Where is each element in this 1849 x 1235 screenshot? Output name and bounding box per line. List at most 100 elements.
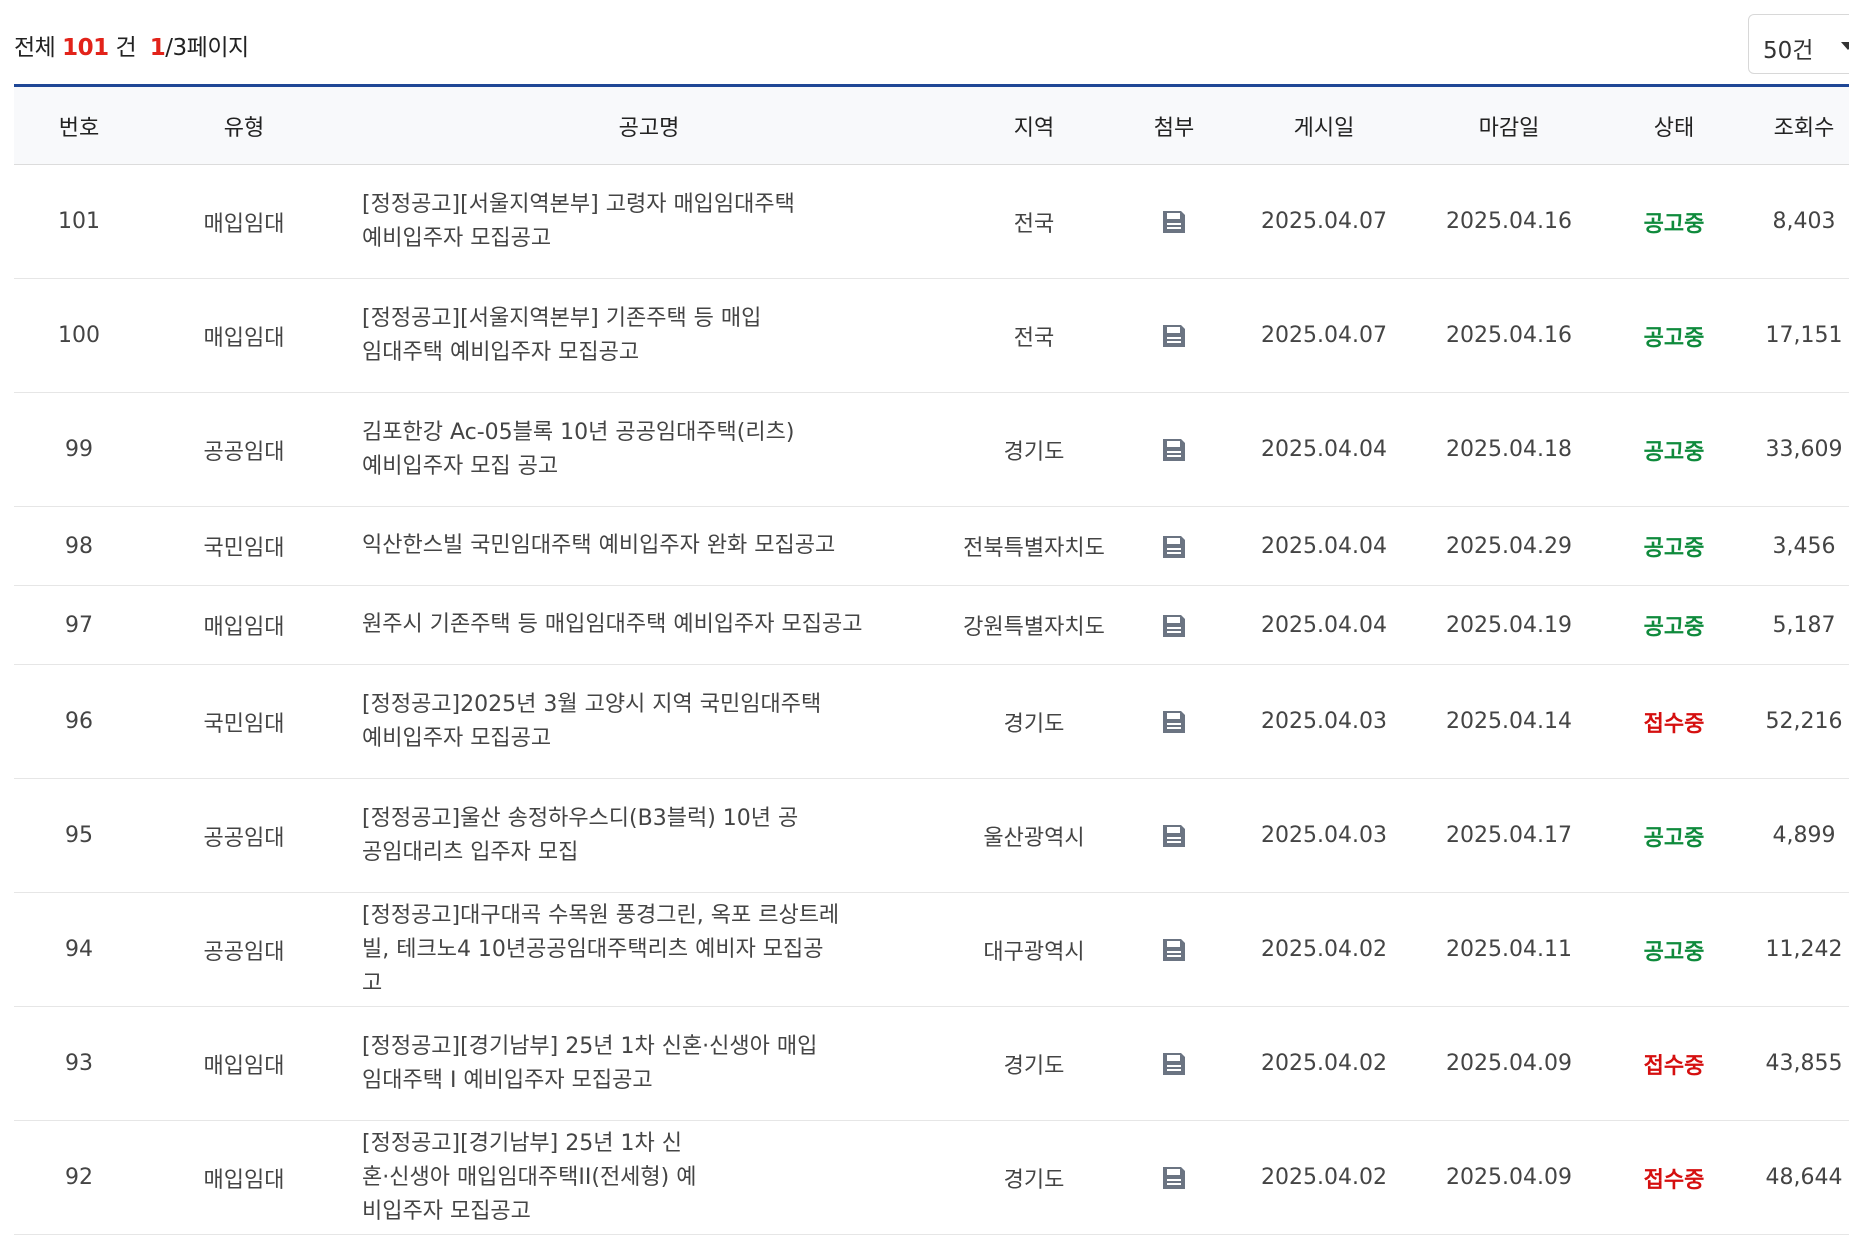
table-row[interactable]: 97 매입임대 원주시 기존주택 등 매입임대주택 예비입주자 모집공고 강원특별자치… [14,585,1849,665]
cell-view-count: 11,242 [1744,892,1849,1007]
cell-number: 93 [14,1006,144,1121]
page-size-select[interactable]: 50건 [1748,14,1849,74]
cell-type: 국민임대 [144,506,344,586]
cell-view-count: 43,855 [1744,1006,1849,1121]
status-badge: 접수중 [1604,664,1744,779]
notice-title-link[interactable]: [정정공고]대구대곡 수목원 풍경그린, 옥포 르상트레빌, 테크노4 10년공… [344,892,954,1007]
cell-deadline-date: 2025.04.09 [1414,1120,1604,1235]
cell-attachment[interactable] [1114,164,1234,279]
cell-deadline-date: 2025.04.11 [1414,892,1604,1007]
cell-type: 매입임대 [144,1120,344,1235]
cell-view-count: 8,403 [1744,164,1849,279]
table-row[interactable]: 98 국민임대 익산한스빌 국민임대주택 예비입주자 완화 모집공고 전북특별자치도 2… [14,506,1849,586]
notice-table: 번호 유형 공고명 지역 첨부 게시일 마감일 상태 조회수 101 매입임대 [정… [14,84,1849,1235]
notice-title-link[interactable]: 원주시 기존주택 등 매입임대주택 예비입주자 모집공고 [344,585,954,665]
cell-posted-date: 2025.04.02 [1234,892,1414,1007]
cell-attachment[interactable] [1114,392,1234,507]
cell-attachment[interactable] [1114,778,1234,893]
summary-unit: 건 [115,35,137,61]
status-badge: 접수중 [1604,1120,1744,1235]
file-save-icon [1163,1053,1185,1075]
cell-posted-date: 2025.04.03 [1234,778,1414,893]
cell-deadline-date: 2025.04.16 [1414,164,1604,279]
column-header: 게시일 [1234,85,1414,165]
notice-title-text: [정정공고]2025년 3월 고양시 지역 국민임대주택 예비입주자 모집공고 [362,691,822,751]
column-header: 유형 [144,85,344,165]
cell-region: 대구광역시 [954,892,1114,1007]
notice-title-text: 김포한강 Ac-05블록 10년 공공임대주택(리츠) 예비입주자 모집 공고 [362,419,795,479]
cell-attachment[interactable] [1114,506,1234,586]
page-total: /3페이지 [165,35,249,61]
table-row[interactable]: 92 매입임대 [정정공고][경기남부] 25년 1차 신혼·신생아 매입임대주택Ⅰ… [14,1120,1849,1235]
cell-attachment[interactable] [1114,585,1234,665]
cell-number: 97 [14,585,144,665]
status-badge: 접수중 [1604,1006,1744,1121]
status-badge: 공고중 [1604,164,1744,279]
file-save-icon [1163,825,1185,847]
cell-deadline-date: 2025.04.17 [1414,778,1604,893]
summary-prefix: 전체 [14,35,56,61]
cell-type: 공공임대 [144,892,344,1007]
cell-region: 강원특별자치도 [954,585,1114,665]
notice-title-link[interactable]: [정정공고][경기남부] 25년 1차 신혼·신생아 매입임대주택 Ⅰ 예비입주… [344,1006,954,1121]
notice-title-link[interactable]: 익산한스빌 국민임대주택 예비입주자 완화 모집공고 [344,506,954,586]
cell-number: 98 [14,506,144,586]
status-badge: 공고중 [1604,585,1744,665]
notice-title-link[interactable]: [정정공고][서울지역본부] 고령자 매입임대주택 예비입주자 모집공고 [344,164,954,279]
cell-view-count: 52,216 [1744,664,1849,779]
cell-type: 공공임대 [144,392,344,507]
notice-board: 전체 101 건 1/3페이지 50건 번호 유형 공고명 지역 첨부 게시일 … [14,0,1849,1235]
table-row[interactable]: 95 공공임대 [정정공고]울산 송정하우스디(B3블럭) 10년 공공임대리츠 입… [14,778,1849,893]
file-save-icon [1163,939,1185,961]
cell-posted-date: 2025.04.02 [1234,1006,1414,1121]
table-row[interactable]: 96 국민임대 [정정공고]2025년 3월 고양시 지역 국민임대주택 예비입주자… [14,664,1849,779]
notice-title-link[interactable]: [정정공고]울산 송정하우스디(B3블럭) 10년 공공임대리츠 입주자 모집 [344,778,954,893]
cell-view-count: 33,609 [1744,392,1849,507]
file-save-icon [1163,614,1185,637]
cell-attachment[interactable] [1114,278,1234,393]
column-header: 상태 [1604,85,1744,165]
cell-deadline-date: 2025.04.29 [1414,506,1604,586]
cell-view-count: 4,899 [1744,778,1849,893]
table-row[interactable]: 99 공공임대 김포한강 Ac-05블록 10년 공공임대주택(리츠) 예비입주자 … [14,392,1849,507]
file-save-icon [1163,211,1185,233]
notice-title-text: [정정공고][경기남부] 25년 1차 신혼·신생아 매입임대주택 Ⅰ 예비입주… [362,1033,818,1093]
cell-region: 경기도 [954,392,1114,507]
cell-deadline-date: 2025.04.14 [1414,664,1604,779]
cell-type: 매입임대 [144,278,344,393]
table-row[interactable]: 94 공공임대 [정정공고]대구대곡 수목원 풍경그린, 옥포 르상트레빌, 테크노… [14,892,1849,1007]
cell-type: 국민임대 [144,664,344,779]
table-row[interactable]: 101 매입임대 [정정공고][서울지역본부] 고령자 매입임대주택 예비입주자 모… [14,164,1849,279]
cell-region: 울산광역시 [954,778,1114,893]
notice-title-link[interactable]: 김포한강 Ac-05블록 10년 공공임대주택(리츠) 예비입주자 모집 공고 [344,392,954,507]
table-header-row: 번호 유형 공고명 지역 첨부 게시일 마감일 상태 조회수 [14,85,1849,165]
notice-title-link[interactable]: [정정공고][서울지역본부] 기존주택 등 매입임대주택 예비입주자 모집공고 [344,278,954,393]
cell-number: 95 [14,778,144,893]
cell-posted-date: 2025.04.04 [1234,585,1414,665]
notice-title-text: 원주시 기존주택 등 매입임대주택 예비입주자 모집공고 [362,612,863,637]
notice-title-link[interactable]: [정정공고]2025년 3월 고양시 지역 국민임대주택 예비입주자 모집공고 [344,664,954,779]
cell-deadline-date: 2025.04.18 [1414,392,1604,507]
cell-number: 94 [14,892,144,1007]
notice-title-link[interactable]: [정정공고][경기남부] 25년 1차 신혼·신생아 매입임대주택ⅠⅠ(전세형)… [344,1120,954,1235]
cell-view-count: 48,644 [1744,1120,1849,1235]
cell-attachment[interactable] [1114,1006,1234,1121]
cell-view-count: 5,187 [1744,585,1849,665]
cell-deadline-date: 2025.04.19 [1414,585,1604,665]
table-row[interactable]: 100 매입임대 [정정공고][서울지역본부] 기존주택 등 매입임대주택 예비입주… [14,278,1849,393]
cell-region: 경기도 [954,664,1114,779]
cell-view-count: 3,456 [1744,506,1849,586]
cell-attachment[interactable] [1114,1120,1234,1235]
table-row[interactable]: 93 매입임대 [정정공고][경기남부] 25년 1차 신혼·신생아 매입임대주택 … [14,1006,1849,1121]
cell-attachment[interactable] [1114,892,1234,1007]
cell-number: 100 [14,278,144,393]
cell-number: 101 [14,164,144,279]
status-badge: 공고중 [1604,278,1744,393]
notice-title-text: [정정공고][서울지역본부] 기존주택 등 매입임대주택 예비입주자 모집공고 [362,305,762,365]
file-save-icon [1163,711,1185,733]
notice-title-text: [정정공고][서울지역본부] 고령자 매입임대주택 예비입주자 모집공고 [362,191,795,251]
cell-attachment[interactable] [1114,664,1234,779]
column-header: 번호 [14,85,144,165]
cell-deadline-date: 2025.04.16 [1414,278,1604,393]
cell-region: 경기도 [954,1120,1114,1235]
